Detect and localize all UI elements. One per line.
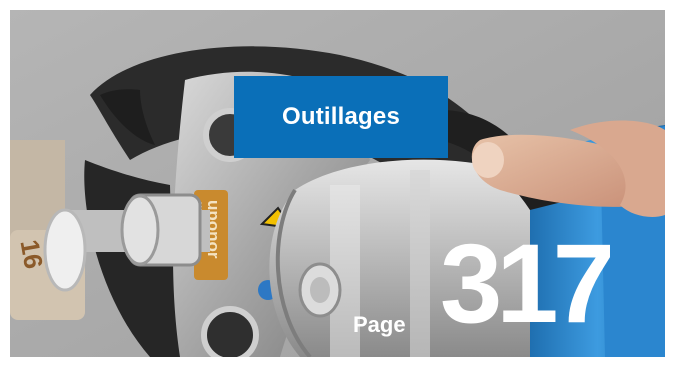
- page-word: Page: [353, 312, 406, 337]
- section-label-box: Outillages: [234, 76, 448, 158]
- page-number: 317: [440, 221, 615, 346]
- cover-banner: uponor U16 16 Outillages: [10, 10, 665, 357]
- section-title: Outillages: [281, 103, 401, 130]
- fitting-marking: 16: [14, 237, 49, 271]
